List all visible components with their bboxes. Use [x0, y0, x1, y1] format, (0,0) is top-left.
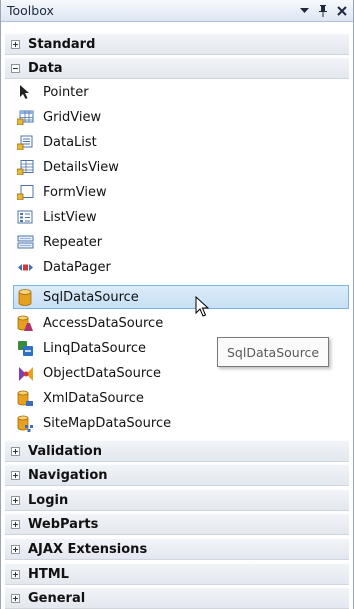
- expand-icon[interactable]: [11, 39, 20, 49]
- formview-icon: [16, 183, 34, 201]
- pointer-icon: [16, 83, 34, 101]
- gridview-icon: [16, 108, 34, 126]
- datapager-icon: [16, 258, 34, 276]
- expand-icon[interactable]: [11, 593, 20, 603]
- category-label: Navigation: [28, 467, 108, 483]
- expand-icon[interactable]: [11, 544, 20, 554]
- datalist-icon: [16, 133, 34, 151]
- category-label: Standard: [28, 36, 96, 52]
- expand-icon[interactable]: [11, 519, 20, 529]
- sitemapdatasource-icon: [16, 414, 34, 432]
- toolbox-item-repeater[interactable]: Repeater: [15, 230, 347, 254]
- toolbox-item-formview[interactable]: FormView: [15, 180, 347, 204]
- toolbox-item-listview[interactable]: ListView: [15, 205, 347, 229]
- sqldatasource-icon: [16, 288, 34, 306]
- tooltip-text: SqlDataSource: [227, 344, 320, 360]
- toolbox-item-datalist[interactable]: DataList: [15, 130, 347, 154]
- category-validation[interactable]: Validation: [5, 440, 349, 462]
- expand-icon[interactable]: [11, 495, 20, 505]
- category-label: HTML: [28, 566, 69, 582]
- category-label: Validation: [28, 443, 102, 459]
- listview-icon: [16, 208, 34, 226]
- dropdown-arrow-icon[interactable]: [296, 3, 312, 19]
- toolbox-item-accessdatasource[interactable]: AccessDataSource: [15, 311, 347, 335]
- expand-icon[interactable]: [11, 569, 20, 579]
- category-data[interactable]: Data: [5, 57, 349, 79]
- category-label: Login: [28, 492, 69, 508]
- toolbox-panel: Toolbox Standard Data Pointer GridView D…: [0, 0, 354, 609]
- xmldatasource-icon: [16, 389, 34, 407]
- category-label: WebParts: [28, 516, 99, 532]
- category-general[interactable]: General: [5, 587, 349, 609]
- pin-icon[interactable]: [315, 3, 331, 19]
- category-label: AJAX Extensions: [28, 541, 148, 557]
- toolbox-item-gridview[interactable]: GridView: [15, 105, 347, 129]
- toolbox-item-detailsview[interactable]: DetailsView: [15, 155, 347, 179]
- toolbox-item-xmldatasource[interactable]: XmlDataSource: [15, 386, 347, 410]
- category-standard[interactable]: Standard: [5, 33, 349, 55]
- category-login[interactable]: Login: [5, 489, 349, 511]
- toolbox-item-sitemapdatasource[interactable]: SiteMapDataSource: [15, 411, 347, 435]
- toolbox-titlebar: Toolbox: [1, 0, 353, 22]
- objectdatasource-icon: [16, 364, 34, 382]
- toolbox-item-datapager[interactable]: DataPager: [15, 255, 347, 279]
- repeater-icon: [16, 233, 34, 251]
- category-webparts[interactable]: WebParts: [5, 513, 349, 535]
- detailsview-icon: [16, 158, 34, 176]
- category-ajax-extensions[interactable]: AJAX Extensions: [5, 538, 349, 560]
- accessdatasource-icon: [16, 314, 34, 332]
- toolbox-title: Toolbox: [7, 3, 54, 18]
- expand-icon[interactable]: [11, 446, 20, 456]
- toolbox-item-pointer[interactable]: Pointer: [15, 80, 347, 104]
- collapse-icon[interactable]: [11, 63, 20, 73]
- tooltip: SqlDataSource: [217, 337, 330, 367]
- close-icon[interactable]: [334, 3, 350, 19]
- expand-icon[interactable]: [11, 470, 20, 480]
- category-html[interactable]: HTML: [5, 563, 349, 585]
- toolbox-item-sqldatasource[interactable]: SqlDataSource: [13, 285, 349, 309]
- linqdatasource-icon: [16, 339, 34, 357]
- mouse-cursor-icon: [195, 295, 210, 322]
- category-label: Data: [28, 60, 63, 76]
- category-navigation[interactable]: Navigation: [5, 464, 349, 486]
- category-label: General: [28, 590, 86, 606]
